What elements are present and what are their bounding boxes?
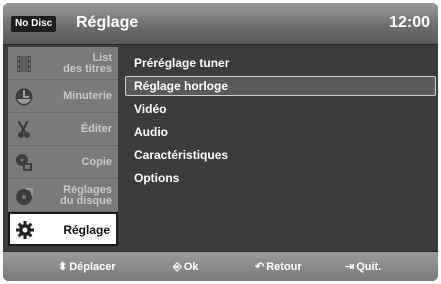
sidebar-item-copy[interactable]: Copie xyxy=(8,146,118,179)
menu-item-video[interactable]: Vidéo xyxy=(125,99,436,119)
menu-item-tuner-preset[interactable]: Préréglage tuner xyxy=(125,53,436,73)
move-hint[interactable]: ⬍ Déplacer xyxy=(58,252,116,281)
sidebar-item-label: Réglage xyxy=(63,223,110,237)
timer-clock-icon xyxy=(14,87,34,107)
sidebar-item-label: Copie xyxy=(81,156,112,168)
ok-label: Ok xyxy=(183,261,199,273)
sidebar-item-edit[interactable]: Éditer xyxy=(8,113,118,146)
exit-icon: ⇥ xyxy=(345,261,355,273)
sidebar-item-label: Éditer xyxy=(80,123,112,135)
disc-status-badge: No Disc xyxy=(11,16,57,32)
sidebar-item-label: List des titres xyxy=(63,51,112,75)
menu-item-clock-setting[interactable]: Réglage horloge xyxy=(125,76,436,96)
menu-item-audio[interactable]: Audio xyxy=(125,122,436,142)
clock-display: 12:00 xyxy=(389,14,430,31)
enter-icon: ⎆ xyxy=(173,261,182,273)
menu-item-options[interactable]: Options xyxy=(125,168,436,188)
disc-settings-icon xyxy=(14,186,34,206)
sidebar-item-setup[interactable]: Réglage xyxy=(8,212,118,246)
setup-menu-screen: No Disc Réglage 12:00 List des titres Mi… xyxy=(3,3,438,281)
setup-options-list: Préréglage tuner Réglage horloge Vidéo A… xyxy=(125,47,438,245)
sidebar: List des titres Minuterie Éditer Copie R… xyxy=(8,47,118,246)
scissors-icon xyxy=(14,120,34,140)
film-icon xyxy=(14,54,34,74)
sidebar-item-disc-settings[interactable]: Réglages du disque xyxy=(8,179,118,212)
gear-icon xyxy=(15,220,35,240)
back-label: Retour xyxy=(266,261,302,273)
sidebar-item-timer[interactable]: Minuterie xyxy=(8,80,118,113)
footer-button-guide: ⬍ Déplacer ⎆ Ok ↶ Retour ⇥ Quit. xyxy=(3,251,438,281)
menu-item-features[interactable]: Caractéristiques xyxy=(125,145,436,165)
page-title: Réglage xyxy=(76,14,139,31)
up-down-arrows-icon: ⬍ xyxy=(58,261,68,273)
sidebar-item-label: Minuterie xyxy=(63,90,112,102)
sidebar-item-title-list[interactable]: List des titres xyxy=(8,47,118,80)
quit-hint[interactable]: ⇥ Quit. xyxy=(345,252,381,281)
sidebar-item-label: Réglages du disque xyxy=(60,183,112,207)
back-hint[interactable]: ↶ Retour xyxy=(255,252,302,281)
ok-hint[interactable]: ⎆ Ok xyxy=(173,252,199,281)
quit-label: Quit. xyxy=(356,261,382,273)
copy-icon xyxy=(14,153,34,173)
header-bar: No Disc Réglage 12:00 xyxy=(3,3,438,45)
move-label: Déplacer xyxy=(69,261,116,273)
return-arrow-icon: ↶ xyxy=(255,261,265,273)
